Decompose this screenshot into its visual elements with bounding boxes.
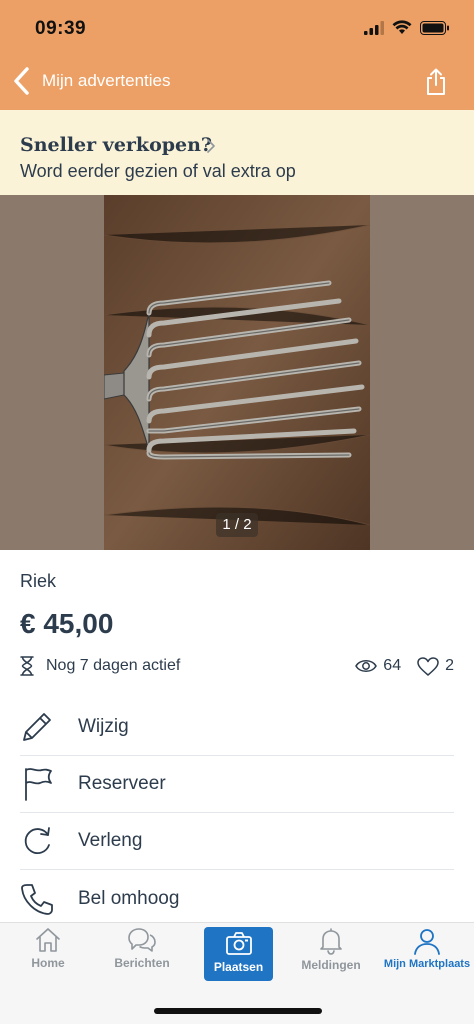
- call-up-label: Bel omhoog: [78, 887, 180, 909]
- heart-icon: [417, 656, 439, 676]
- listing-title: Riek: [20, 571, 57, 591]
- chat-icon: [128, 928, 156, 952]
- active-days: Nog 7 dagen actief: [46, 657, 181, 674]
- phone-icon: [21, 883, 53, 915]
- share-button[interactable]: [426, 68, 446, 101]
- listing-price: € 45,00: [20, 608, 114, 639]
- app-header: 09:39 Mijn advertenties: [0, 0, 474, 110]
- promo-subtitle: Word eerder gezien of val extra op: [20, 161, 296, 181]
- battery-icon: [420, 20, 449, 35]
- back-button[interactable]: Mijn advertenties: [12, 66, 171, 96]
- reserve-label: Reserveer: [78, 773, 166, 794]
- home-icon: [36, 928, 60, 952]
- tab-home-label: Home: [31, 956, 65, 970]
- photo-counter: 1 / 2: [216, 513, 258, 537]
- wifi-icon: [392, 20, 412, 34]
- tab-my-marktplaats[interactable]: Mijn Marktplaats: [380, 927, 474, 983]
- tab-messages[interactable]: Berichten: [108, 927, 176, 983]
- tab-post[interactable]: Plaatsen: [204, 927, 273, 981]
- edit-button[interactable]: Wijzig: [20, 699, 454, 756]
- status-time: 09:39: [35, 18, 87, 39]
- reserve-button[interactable]: Reserveer: [20, 756, 454, 813]
- extend-button[interactable]: Verleng: [20, 813, 454, 870]
- chevron-left-icon: [14, 67, 29, 95]
- flag-icon: [25, 768, 52, 801]
- camera-icon: [225, 932, 252, 955]
- tab-notifications-label: Meldingen: [301, 958, 361, 972]
- photo-gallery[interactable]: 1 / 2: [0, 195, 474, 550]
- hourglass-icon: [20, 656, 34, 676]
- back-label: Mijn advertenties: [42, 71, 171, 90]
- tab-my-marktplaats-label: Mijn Marktplaats: [383, 958, 471, 970]
- promo-title: Sneller verkopen?: [20, 134, 213, 156]
- refresh-icon: [24, 827, 50, 854]
- view-count: 64: [383, 657, 402, 674]
- tab-post-label: Plaatsen: [213, 960, 264, 974]
- home-indicator: [154, 1008, 322, 1014]
- call-up-button[interactable]: Bel omhoog: [20, 870, 454, 927]
- favorite-count: 2: [445, 657, 454, 674]
- extend-label: Verleng: [78, 830, 143, 851]
- pencil-icon: [23, 713, 51, 741]
- chevron-right-icon: [207, 139, 215, 153]
- bell-icon: [320, 928, 342, 955]
- action-list: Wijzig Reserveer Verleng Bel omhoog: [20, 699, 454, 927]
- listing-meta: Nog 7 dagen actief 64 2: [20, 654, 454, 678]
- signal-icon: [364, 20, 384, 35]
- tab-messages-label: Berichten: [114, 956, 170, 970]
- status-icons: [364, 20, 450, 35]
- edit-label: Wijzig: [78, 716, 129, 737]
- tab-home[interactable]: Home: [24, 927, 72, 983]
- listing-photo: [104, 195, 370, 550]
- share-icon: [427, 68, 445, 95]
- tab-notifications[interactable]: Meldingen: [296, 927, 366, 983]
- user-icon: [414, 929, 440, 955]
- eye-icon: [355, 660, 378, 672]
